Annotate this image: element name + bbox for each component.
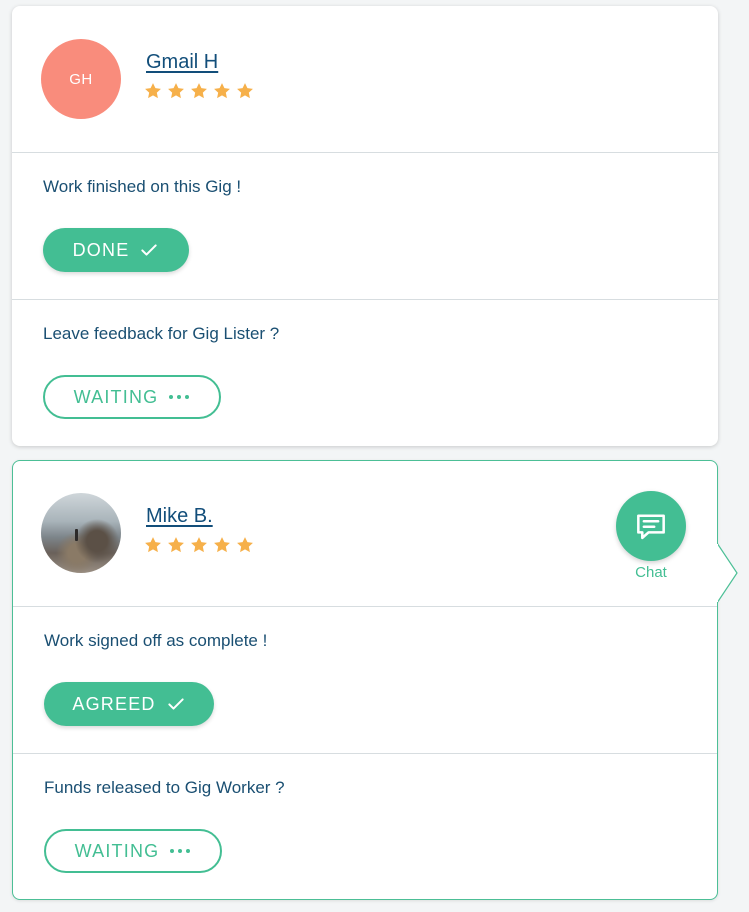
funds-label: Funds released to Gig Worker ? [44,778,285,797]
divider [12,299,718,300]
agreed-button[interactable]: AGREED [44,682,214,726]
done-button[interactable]: DONE [43,228,189,272]
waiting-button[interactable]: WAITING [43,375,221,419]
gig-card-mike-b: Mike B. Chat Work signed off as complete… [12,460,718,900]
waiting-button-label: WAITING [74,840,160,861]
avatar [41,493,121,573]
star-icon [145,83,161,99]
feedback-label: Leave feedback for Gig Lister ? [43,324,280,343]
check-icon [141,244,158,256]
star-icon [168,83,184,99]
divider [12,152,718,153]
avatar: GH [41,39,121,119]
user-name-link[interactable]: Gmail H [146,51,218,74]
check-icon [167,698,184,710]
card-header: GH Gmail H [12,6,718,152]
avatar-photo-figure [75,529,78,541]
chat-button[interactable] [616,491,686,561]
work-status-label: Work finished on this Gig ! [43,177,242,196]
ellipsis-icon [170,849,191,853]
star-icon [191,537,207,553]
chat-bubble-icon [637,514,665,540]
star-icon [168,537,184,553]
agreed-button-label: AGREED [72,693,156,714]
avatar-initials: GH [69,70,93,88]
card-header: Mike B. Chat [13,461,717,607]
done-button-label: DONE [72,239,130,260]
gig-card-gmail-h: GH Gmail H Work finished on this Gig ! D… [12,6,718,446]
ellipsis-icon [169,395,190,399]
rating-stars [143,81,255,101]
rating-stars [143,535,255,555]
work-status-label: Work signed off as complete ! [44,631,268,650]
star-icon [237,83,253,99]
star-icon [145,537,161,553]
divider [13,606,717,607]
chat-label[interactable]: Chat [616,564,686,581]
user-name-link[interactable]: Mike B. [146,505,213,528]
star-icon [214,537,230,553]
star-icon [214,83,230,99]
star-icon [237,537,253,553]
divider [13,753,717,754]
waiting-button[interactable]: WAITING [44,829,222,873]
star-icon [191,83,207,99]
waiting-button-label: WAITING [73,386,159,407]
selected-card-pointer [717,543,738,603]
